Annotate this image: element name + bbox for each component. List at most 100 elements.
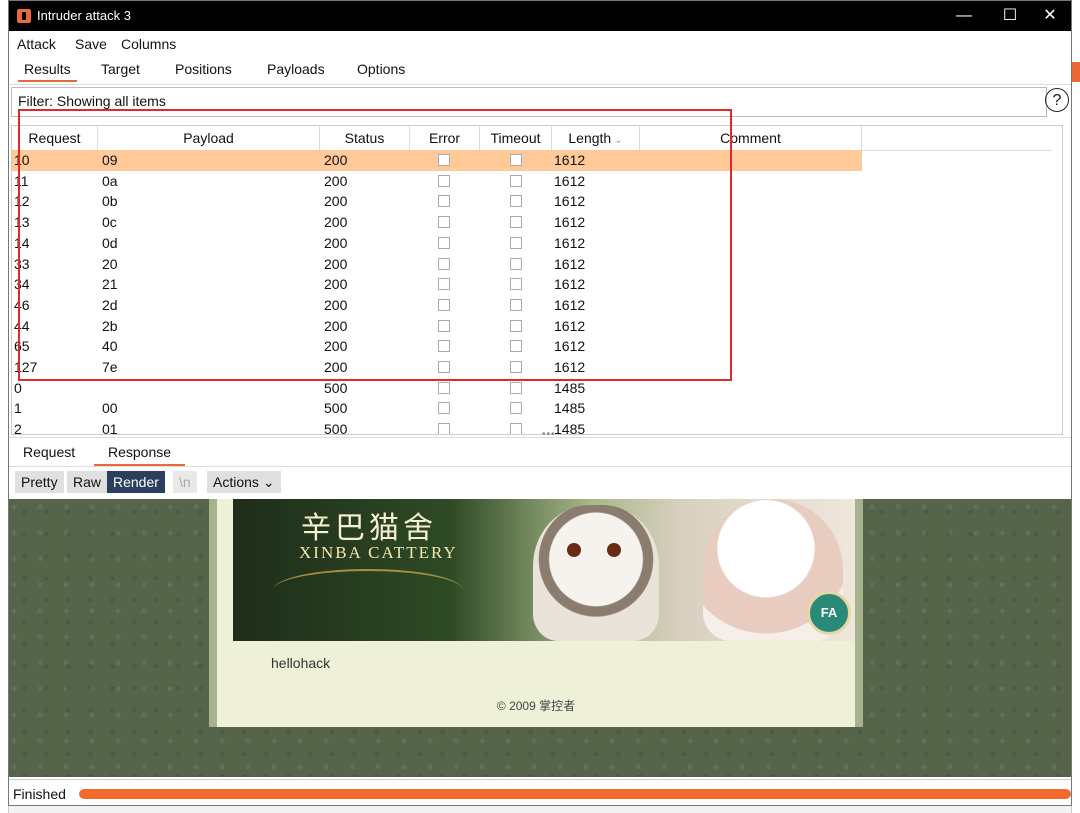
table-row[interactable]: 0 500 1485 [12,378,862,399]
table-row[interactable]: 127 7e 200 1612 [12,357,862,378]
view-toolbar: Pretty Raw Render \n Actions ⌄ [9,467,1071,499]
tab-positions[interactable]: Positions [175,61,232,77]
cell-status: 200 [324,317,348,334]
cell-status: 500 [324,379,348,396]
cell-payload: 01 [102,421,118,435]
cattery-banner-image: 辛巴猫舍 XINBA CATTERY FA [233,499,855,641]
rendered-copyright: © 2009 掌控者 [496,699,576,713]
brand-chinese-name: 辛巴猫舍 [301,511,437,546]
sort-chevron-down-icon: ⌄ [614,135,623,146]
column-payload[interactable]: Payload [98,126,320,150]
table-row[interactable]: 44 2b 200 1612 [12,316,862,337]
cell-payload: 2d [102,296,118,313]
error-checkbox [438,423,450,434]
tab-payloads[interactable]: Payloads [267,61,325,77]
results-table: Request Payload Status Error Timeout Len… [11,125,1063,435]
cell-request: 10 [14,152,30,168]
cell-payload: 21 [102,276,118,293]
table-row[interactable]: 2 01 500 1485 [12,419,862,435]
table-row[interactable]: 46 2d 200 1612 [12,295,862,316]
menu-attack[interactable]: Attack [17,36,56,52]
progress-bar [79,789,1071,799]
cell-status: 200 [324,152,348,168]
table-row[interactable]: 12 0b 200 1612 [12,191,862,212]
rendered-response: 辛巴猫舍 XINBA CATTERY FA hellohack © 2009 掌… [9,499,1071,777]
status-bar: Finished [9,779,1071,805]
timeout-checkbox [510,402,522,415]
cell-length: 1485 [554,421,586,435]
cell-status: 500 [324,400,348,417]
ornament-scroll [273,569,463,611]
attack-tabs: Results Target Positions Payloads Option… [9,57,1071,85]
cfa-seal-logo: FA [807,591,851,635]
message-tabs: Request Response [9,437,1071,467]
raw-button[interactable]: Raw [67,471,108,493]
table-scrollbar[interactable] [1052,150,1062,434]
cell-payload: 0a [102,172,118,189]
chevron-down-icon: ⌄ [262,474,275,490]
timeout-checkbox [510,381,522,394]
column-status[interactable]: Status [320,126,410,150]
table-row[interactable]: 33 20 200 1612 [12,254,862,275]
cell-payload: 20 [102,255,118,272]
table-row[interactable]: 10 09 200 1612 [12,150,862,171]
error-checkbox [438,319,450,332]
cell-status: 200 [324,338,348,355]
status-text: Finished [13,786,66,802]
cell-request: 13 [14,214,30,231]
timeout-checkbox [510,298,522,311]
tab-results[interactable]: Results [18,61,77,82]
cell-payload: 2b [102,317,118,334]
cell-status: 500 [324,421,348,435]
timeout-checkbox [510,216,522,229]
cell-request: 34 [14,276,30,293]
tab-options[interactable]: Options [357,61,405,77]
table-row[interactable]: 14 0d 200 1612 [12,233,862,254]
cell-length: 1612 [554,296,586,313]
filter-bar[interactable]: Filter: Showing all items [11,87,1047,117]
timeout-checkbox [510,319,522,332]
pretty-button[interactable]: Pretty [15,471,64,493]
filter-text: Filter: Showing all items [18,93,166,109]
table-row[interactable]: 13 0c 200 1612 [12,212,862,233]
cell-status: 200 [324,359,348,375]
close-button[interactable]: ✕ [1027,1,1071,31]
actions-button[interactable]: Actions ⌄ [207,471,281,493]
timeout-checkbox [510,257,522,270]
column-timeout[interactable]: Timeout [480,126,552,150]
table-row[interactable]: 1 00 500 1485 [12,398,862,419]
cat-photo-left [533,505,659,641]
menu-columns[interactable]: Columns [121,36,176,52]
column-request[interactable]: Request [12,126,98,150]
tab-response[interactable]: Response [93,444,186,466]
table-row[interactable]: 65 40 200 1612 [12,336,862,357]
cell-request: 33 [14,255,30,272]
help-icon[interactable]: ? [1045,88,1069,112]
tab-request[interactable]: Request [23,444,75,460]
column-comment[interactable]: Comment [640,126,862,150]
table-row[interactable]: 11 0a 200 1612 [12,171,862,192]
cell-payload: 0b [102,193,118,210]
column-error[interactable]: Error [410,126,480,150]
column-length[interactable]: Length ⌄ [552,126,640,150]
rendered-page-frame: 辛巴猫舍 XINBA CATTERY FA hellohack © 2009 掌… [209,499,863,727]
brand-english-name: XINBA CATTERY [299,543,458,562]
cell-request: 0 [14,379,22,396]
tab-target[interactable]: Target [101,61,140,77]
table-header: Request Payload Status Error Timeout Len… [12,126,1062,151]
intruder-window: Intruder attack 3 — ☐ ✕ Attack Save Colu… [8,0,1072,806]
cell-length: 1612 [554,172,586,189]
error-checkbox [438,154,450,166]
cell-request: 127 [14,359,38,375]
cell-request: 65 [14,338,30,355]
cell-length: 1612 [554,234,586,251]
newline-toggle-button[interactable]: \n [173,471,197,493]
timeout-checkbox [510,278,522,291]
cell-request: 14 [14,234,30,251]
window-title: Intruder attack 3 [37,8,131,23]
render-button[interactable]: Render [107,471,165,493]
table-row[interactable]: 34 21 200 1612 [12,274,862,295]
menu-save[interactable]: Save [75,36,107,52]
minimize-button[interactable]: — [941,1,987,31]
cell-length: 1485 [554,400,586,417]
